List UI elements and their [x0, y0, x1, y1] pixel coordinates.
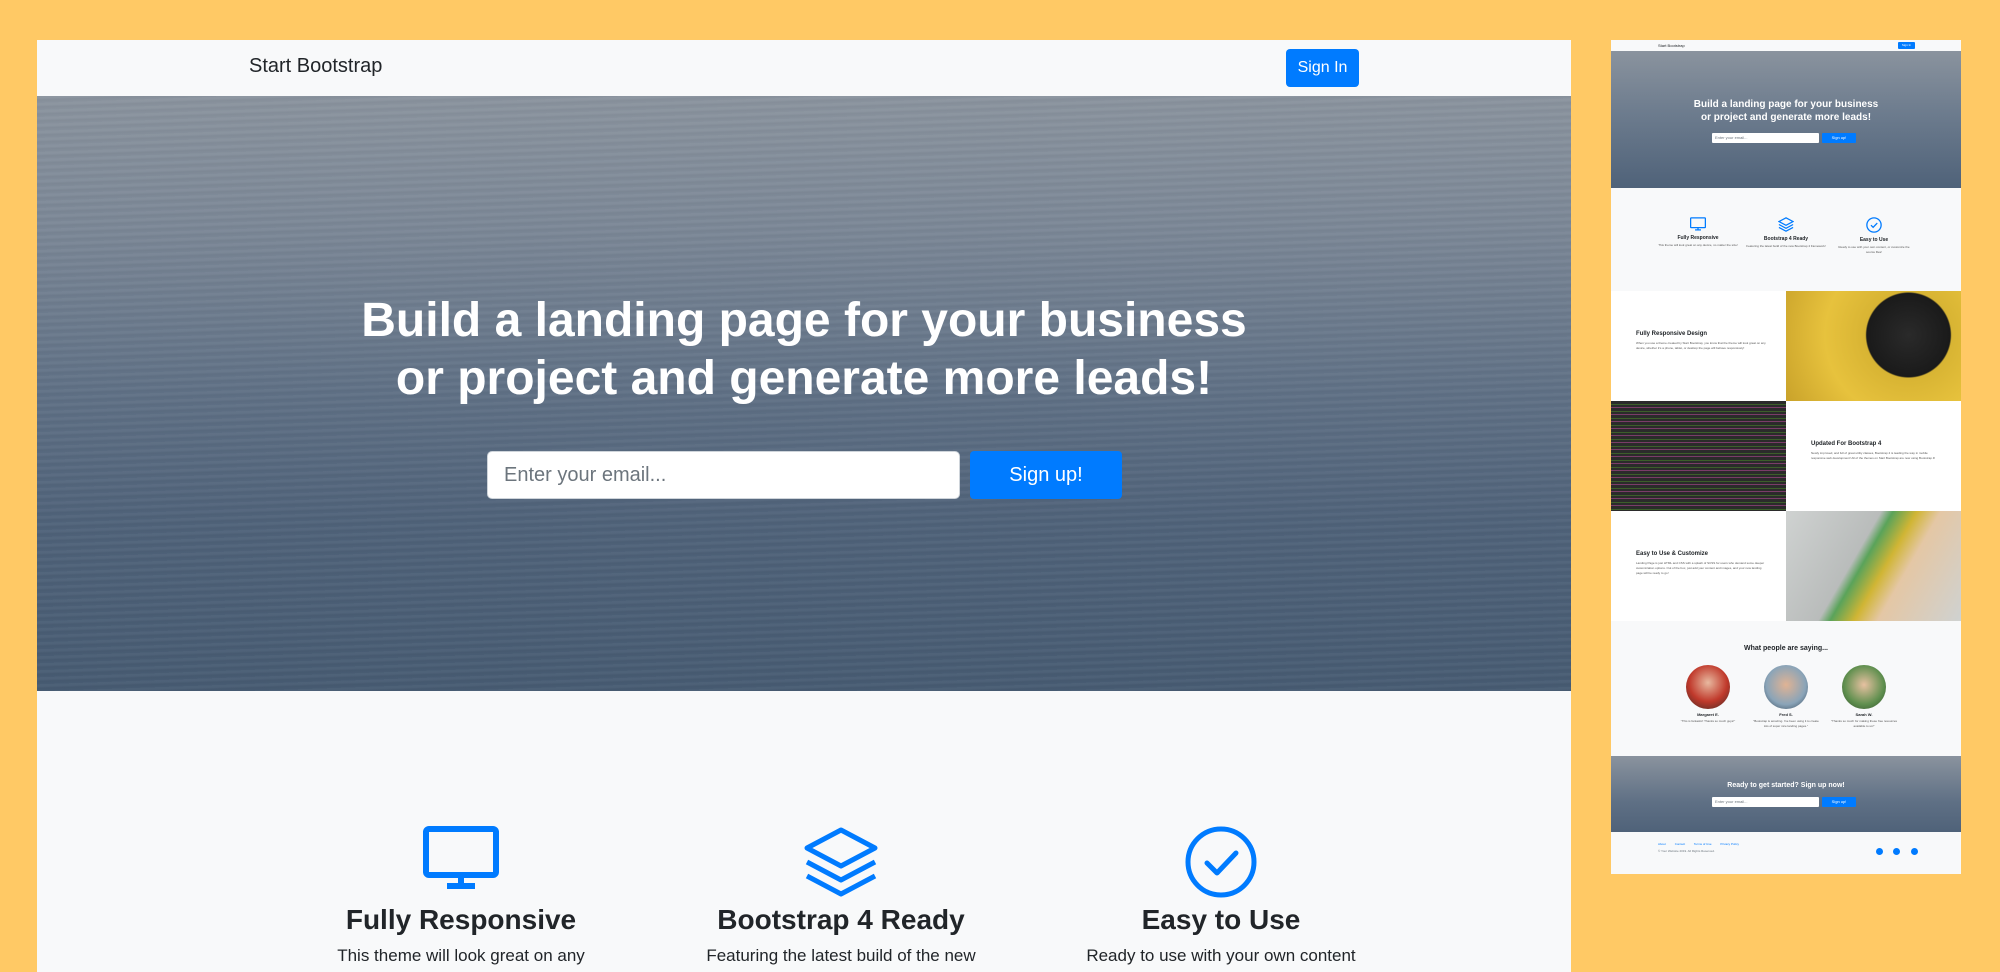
navbar: Start Bootstrap Sign In [37, 40, 1571, 96]
thumb-brand: Start Bootstrap [1658, 43, 1685, 48]
avatar [1842, 665, 1886, 709]
thumb-cta-title: Ready to get started? Sign up now! [1727, 782, 1845, 789]
thumb-person-name: Sarah W. [1855, 712, 1873, 717]
page-thumbnail[interactable]: Start Bootstrap Sign In Build a landing … [1611, 40, 1961, 874]
avatar [1686, 665, 1730, 709]
thumb-navbar: Start Bootstrap Sign In [1611, 40, 1961, 51]
feature-text: Featuring the latest build of the new [706, 946, 976, 965]
thumb-showcase-title: Fully Responsive Design [1636, 331, 1708, 337]
hero-title-line2: or project and generate more leads! [395, 352, 1213, 405]
thumb-features: Fully Responsive This theme will look gr… [1611, 188, 1961, 291]
monitor-icon [423, 826, 499, 889]
thumb-testimonials-title: What people are saying... [1743, 645, 1829, 652]
thumb-footer-link: About [1658, 842, 1666, 846]
thumb-showcase-row: Easy to Use & Customize Landing Page is … [1611, 511, 1961, 621]
thumb-hero-line2: or project and generate more leads! [1700, 112, 1872, 123]
thumb-person-quote: "This is fantastic! Thanks so much guys!… [1680, 719, 1736, 723]
thumb-feature: Bootstrap 4 Ready Featuring the latest b… [1746, 217, 1826, 249]
thumb-testimonial: Sarah W. "Thanks so much for making thes… [1829, 665, 1899, 729]
thumb-cta-input: Enter your email... [1712, 797, 1819, 807]
facebook-icon [1876, 848, 1883, 855]
sign-in-button[interactable]: Sign In [1286, 49, 1359, 87]
thumb-showcase-body: Landing Page is just HTML and CSS with a… [1636, 561, 1765, 575]
thumb-showcase-title: Updated For Bootstrap 4 [1811, 441, 1882, 447]
thumb-cta-button: Sign up! [1822, 797, 1856, 807]
thumb-feature-text: This theme will look great on any device… [1658, 243, 1738, 247]
thumb-social-icons [1876, 842, 1924, 860]
hero-signup-button[interactable]: Sign up! [970, 451, 1122, 499]
thumb-feature-title: Easy to Use [1859, 237, 1889, 243]
thumb-showcase-text: Updated For Bootstrap 4 Newly improved, … [1786, 401, 1961, 511]
thumb-testimonial: Fred S. "Bootstrap is amazing. I've been… [1751, 665, 1821, 729]
thumb-person-name: Margaret E. [1697, 712, 1719, 717]
feature-title: Bootstrap 4 Ready [717, 904, 965, 935]
thumb-footer-link: Contact [1674, 842, 1686, 846]
thumb-testimonial: Margaret E. "This is fantastic! Thanks s… [1673, 665, 1743, 724]
main-preview: Start Bootstrap Sign In Build a landing … [37, 40, 1571, 972]
thumb-hero-line1: Build a landing page for your business [1693, 99, 1879, 110]
thumb-feature-text: Ready to use with your own content, or c… [1838, 245, 1910, 254]
feature-fully-responsive: Fully Responsive This theme will look gr… [271, 826, 651, 966]
thumb-footer-link: Privacy Policy [1720, 842, 1739, 846]
hero-title-line1: Build a landing page for your business [361, 294, 1247, 347]
feature-bootstrap-ready: Bootstrap 4 Ready Featuring the latest b… [651, 826, 1031, 966]
thumb-showcase-text: Fully Responsive Design When you use a t… [1611, 291, 1786, 401]
thumb-feature: Fully Responsive This theme will look gr… [1658, 217, 1738, 248]
features-section: Fully Responsive This theme will look gr… [37, 691, 1571, 972]
thumb-signin-button: Sign In [1898, 42, 1915, 49]
thumb-code-image [1611, 401, 1786, 511]
feature-title: Easy to Use [1141, 904, 1301, 935]
feature-title: Fully Responsive [345, 904, 577, 935]
thumb-email-input: Enter your email... [1712, 133, 1819, 143]
feature-text: Ready to use with your own content [1086, 946, 1356, 965]
check-circle-icon [1866, 217, 1882, 233]
thumb-showcase-row: Updated For Bootstrap 4 Newly improved, … [1611, 401, 1961, 511]
thumb-feature-text: Featuring the latest build of the new Bo… [1746, 244, 1826, 248]
thumb-call-to-action: Ready to get started? Sign up now! Enter… [1611, 756, 1961, 832]
thumb-feature-title: Bootstrap 4 Ready [1763, 236, 1809, 242]
thumb-showcase-body: When you use a theme created by Start Bo… [1636, 341, 1766, 350]
thumb-footer-link: Terms of Use [1693, 842, 1712, 846]
check-circle-icon [1185, 826, 1257, 898]
thumb-blocks-image [1786, 511, 1961, 621]
thumb-showcase-row: Fully Responsive Design When you use a t… [1611, 291, 1961, 401]
twitter-icon [1893, 848, 1901, 855]
thumb-footer-copyright: © Your Website 2019. All Rights Reserved… [1658, 849, 1715, 853]
thumb-feature: Easy to Use Ready to use with your own c… [1834, 217, 1914, 255]
thumb-showcase-body: Newly improved, and full of great utilit… [1811, 451, 1936, 460]
thumb-showcase-text: Easy to Use & Customize Landing Page is … [1611, 511, 1786, 621]
thumb-signup-button: Sign up! [1822, 133, 1856, 143]
feature-easy-to-use: Easy to Use Ready to use with your own c… [1031, 826, 1411, 966]
avatar [1764, 665, 1808, 709]
thumb-footer-links: About Contact Terms of Use Privacy Polic… [1658, 842, 1747, 846]
thumb-person-name: Fred S. [1779, 712, 1793, 717]
hero-email-input[interactable] [487, 451, 960, 499]
instagram-icon [1910, 848, 1918, 855]
thumb-showcase-title: Easy to Use & Customize [1636, 551, 1709, 557]
layers-icon [1778, 217, 1794, 232]
thumb-feature-title: Fully Responsive [1677, 235, 1719, 241]
thumb-person-quote: "Bootstrap is amazing. I've been using i… [1753, 719, 1819, 728]
thumb-person-quote: "Thanks so much for making these free re… [1830, 719, 1898, 728]
thumb-hero: Build a landing page for your business o… [1611, 51, 1961, 188]
monitor-icon [1690, 217, 1706, 231]
hero-section: Build a landing page for your business o… [37, 96, 1571, 691]
navbar-brand[interactable]: Start Bootstrap [249, 55, 382, 78]
thumb-testimonials: What people are saying... Margaret E. "T… [1611, 621, 1961, 756]
thumb-hero-title: Build a landing page for your business o… [1611, 98, 1961, 124]
hero-title: Build a landing page for your business o… [37, 292, 1571, 408]
feature-text: This theme will look great on any [337, 946, 585, 965]
thumb-phone-image [1786, 291, 1961, 401]
layers-icon [804, 827, 878, 897]
thumb-footer: About Contact Terms of Use Privacy Polic… [1611, 832, 1961, 874]
